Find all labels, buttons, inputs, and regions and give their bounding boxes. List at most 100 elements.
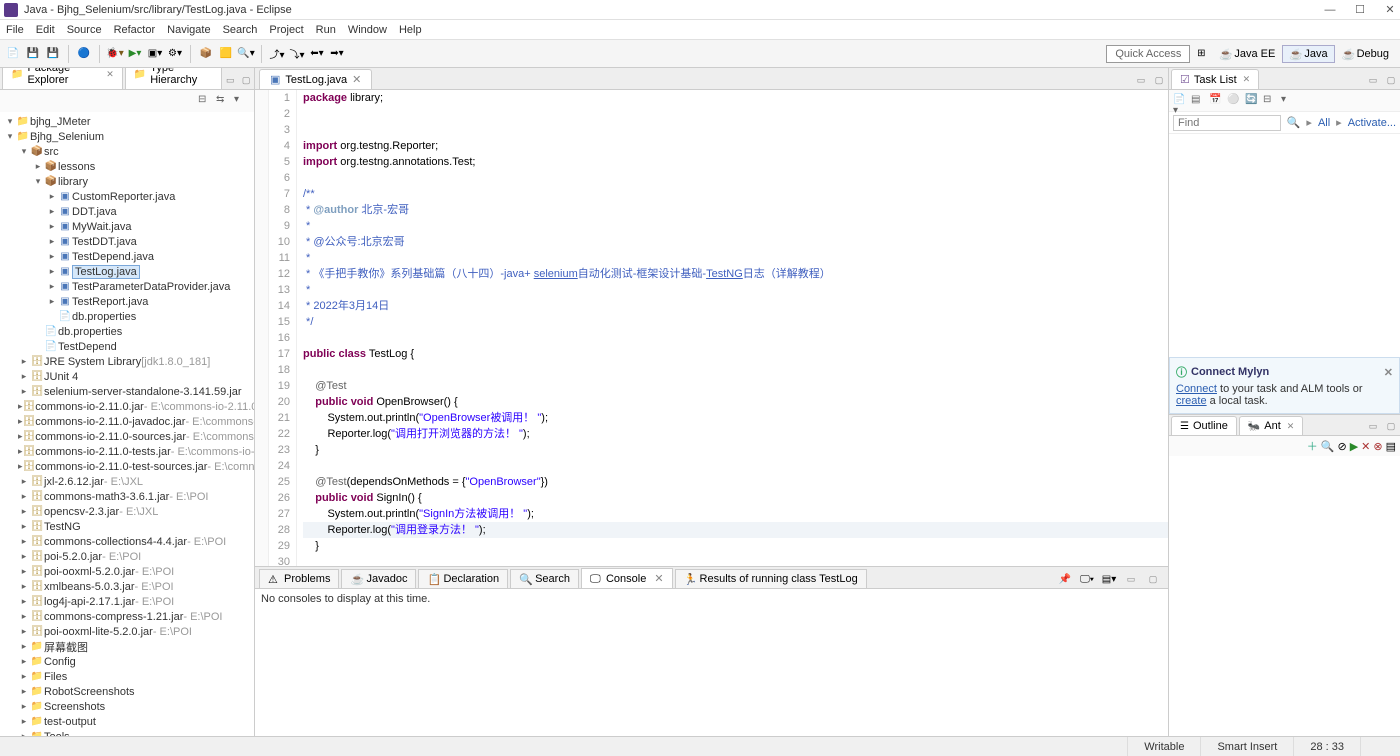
menu-project[interactable]: Project bbox=[269, 24, 303, 36]
tree-item[interactable]: ▸🗄poi-ooxml-5.2.0.jar - E:\POI bbox=[0, 564, 254, 579]
task-min-icon[interactable]: ▭ bbox=[1364, 71, 1382, 89]
coverage-icon[interactable]: ▣▾ bbox=[146, 45, 164, 63]
console-min-icon[interactable]: ▭ bbox=[1122, 570, 1140, 588]
ext-tools-icon[interactable]: ⚙▾ bbox=[166, 45, 184, 63]
view-min-icon[interactable]: ▭ bbox=[222, 71, 238, 89]
chevron-right-icon[interactable]: ▸ bbox=[18, 551, 30, 562]
collapse-all-icon[interactable]: ⊟ bbox=[198, 94, 212, 108]
chevron-down-icon[interactable]: ▾ bbox=[4, 131, 16, 142]
tree-item[interactable]: ▾📁bjhg_JMeter bbox=[0, 114, 254, 129]
chevron-right-icon[interactable]: ▸ bbox=[18, 581, 30, 592]
tree-item[interactable]: ▸📁test-output bbox=[0, 714, 254, 729]
tree-item[interactable]: ▸🗄selenium-server-standalone-3.141.59.ja… bbox=[0, 384, 254, 399]
tree-item[interactable]: ▸🗄commons-collections4-4.4.jar - E:\POI bbox=[0, 534, 254, 549]
view-max-icon[interactable]: ▢ bbox=[238, 71, 254, 89]
menu-search[interactable]: Search bbox=[223, 24, 258, 36]
tree-item[interactable]: ▸📁Screenshots bbox=[0, 699, 254, 714]
editor-min-icon[interactable]: ▭ bbox=[1132, 71, 1150, 89]
new-class-icon[interactable]: 🟨 bbox=[217, 45, 235, 63]
tree-item[interactable]: ▸🗄commons-compress-1.21.jar - E:\POI bbox=[0, 609, 254, 624]
tree-item[interactable]: ▸🗄JUnit 4 bbox=[0, 369, 254, 384]
menu-help[interactable]: Help bbox=[399, 24, 422, 36]
bottom-tab-results[interactable]: 🏃Results of running class TestLog bbox=[675, 569, 867, 588]
ant-hide-icon[interactable]: ⊘ bbox=[1337, 440, 1346, 453]
outline-max-icon[interactable]: ▢ bbox=[1382, 417, 1400, 435]
chevron-right-icon[interactable]: ▸ bbox=[18, 626, 30, 637]
back-icon[interactable]: ⬅▾ bbox=[308, 45, 326, 63]
chevron-down-icon[interactable]: ▾ bbox=[18, 146, 30, 157]
chevron-right-icon[interactable]: ▸ bbox=[46, 191, 58, 202]
console-pin-icon[interactable]: 📌 bbox=[1056, 570, 1074, 588]
save-icon[interactable]: 💾 bbox=[24, 45, 42, 63]
tree-item[interactable]: ▸▣MyWait.java bbox=[0, 219, 254, 234]
tab-ant[interactable]: 🐜Ant✕ bbox=[1239, 416, 1304, 435]
menu-source[interactable]: Source bbox=[67, 24, 102, 36]
mylyn-close-icon[interactable]: ✕ bbox=[1384, 366, 1393, 379]
tree-item[interactable]: ▸▣TestDepend.java bbox=[0, 249, 254, 264]
chevron-right-icon[interactable]: ▸ bbox=[46, 281, 58, 292]
chevron-right-icon[interactable]: ▸ bbox=[46, 266, 58, 277]
chevron-right-icon[interactable]: ▸ bbox=[32, 161, 44, 172]
close-icon[interactable]: ✕ bbox=[654, 572, 663, 585]
menu-refactor[interactable]: Refactor bbox=[114, 24, 156, 36]
chevron-right-icon[interactable]: ▸ bbox=[18, 566, 30, 577]
tree-item[interactable]: ▸▣DDT.java bbox=[0, 204, 254, 219]
tree-item[interactable]: ▸🗄xmlbeans-5.0.3.jar - E:\POI bbox=[0, 579, 254, 594]
collapse-icon[interactable]: ⊟ bbox=[1263, 94, 1277, 108]
chevron-right-icon[interactable]: ▸ bbox=[18, 611, 30, 622]
task-activate-link[interactable]: Activate... bbox=[1348, 117, 1396, 129]
chevron-right-icon[interactable]: ▸ bbox=[18, 716, 30, 727]
chevron-right-icon[interactable]: ▸ bbox=[18, 656, 30, 667]
editor-max-icon[interactable]: ▢ bbox=[1150, 71, 1168, 89]
package-explorer-tree[interactable]: ▾📁bjhg_JMeter▾📁Bjhg_Selenium▾📦src▸📦lesso… bbox=[0, 112, 254, 736]
chevron-right-icon[interactable]: ▸ bbox=[18, 701, 30, 712]
tree-item[interactable]: ▾📁Bjhg_Selenium bbox=[0, 129, 254, 144]
ant-run-icon[interactable]: ▶ bbox=[1350, 440, 1358, 453]
view-tab-type-hierarchy[interactable]: 📁Type Hierarchy bbox=[125, 68, 223, 89]
chevron-right-icon[interactable]: ▸ bbox=[18, 536, 30, 547]
tree-item[interactable]: ▾📦src bbox=[0, 144, 254, 159]
quick-access-input[interactable]: Quick Access bbox=[1106, 45, 1190, 63]
tree-item[interactable]: 📄db.properties bbox=[0, 324, 254, 339]
close-button[interactable]: ✕ bbox=[1384, 4, 1396, 16]
tree-item[interactable]: 📄db.properties bbox=[0, 309, 254, 324]
perspective-debug[interactable]: ☕Debug bbox=[1335, 45, 1396, 63]
debug-icon[interactable]: 🐞▾ bbox=[106, 45, 124, 63]
mylyn-connect-link[interactable]: Connect bbox=[1176, 383, 1217, 395]
chevron-right-icon[interactable]: ▸ bbox=[46, 251, 58, 262]
new-task-icon[interactable]: 📄▾ bbox=[1173, 94, 1187, 108]
chevron-right-icon[interactable]: ▸ bbox=[18, 641, 30, 652]
outline-min-icon[interactable]: ▭ bbox=[1364, 417, 1382, 435]
tree-item[interactable]: ▸🗄commons-io-2.11.0-test-sources.jar - E… bbox=[0, 459, 254, 474]
chevron-right-icon[interactable]: ▸ bbox=[18, 521, 30, 532]
tree-item[interactable]: ▸🗄JRE System Library [jdk1.8.0_181] bbox=[0, 354, 254, 369]
bottom-tab-declaration[interactable]: 📋Declaration bbox=[418, 569, 508, 588]
tree-item[interactable]: ▸🗄commons-io-2.11.0-tests.jar - E:\commo… bbox=[0, 444, 254, 459]
tree-item[interactable]: ▸🗄commons-io-2.11.0-sources.jar - E:\com… bbox=[0, 429, 254, 444]
tree-item[interactable]: ▸🗄jxl-2.6.12.jar - E:\JXL bbox=[0, 474, 254, 489]
perspective-java[interactable]: ☕Java bbox=[1282, 45, 1334, 63]
ant-add-icon[interactable]: ＋ bbox=[1307, 438, 1318, 454]
tree-item[interactable]: ▸📁屏幕截图 bbox=[0, 639, 254, 654]
console-max-icon[interactable]: ▢ bbox=[1144, 570, 1162, 588]
schedule-icon[interactable]: 📅 bbox=[1209, 94, 1223, 108]
chevron-right-icon[interactable]: ▸ bbox=[18, 371, 30, 382]
task-menu-icon[interactable]: ▾ bbox=[1281, 94, 1295, 108]
code-content[interactable]: package library; import org.testng.Repor… bbox=[297, 90, 1168, 566]
menu-window[interactable]: Window bbox=[348, 24, 387, 36]
tree-item[interactable]: ▸🗄log4j-api-2.17.1.jar - E:\POI bbox=[0, 594, 254, 609]
chevron-right-icon[interactable]: ▸ bbox=[18, 356, 30, 367]
tree-item[interactable]: ▸🗄opencsv-2.3.jar - E:\JXL bbox=[0, 504, 254, 519]
tree-item[interactable]: ▸▣TestDDT.java bbox=[0, 234, 254, 249]
maximize-button[interactable]: ☐ bbox=[1354, 4, 1366, 16]
tree-item[interactable]: ▸▣TestParameterDataProvider.java bbox=[0, 279, 254, 294]
editor-tab-testlog[interactable]: ▣ TestLog.java ✕ bbox=[259, 69, 372, 89]
ant-removeall-icon[interactable]: ⊗ bbox=[1373, 440, 1382, 453]
search-icon[interactable]: 🔍▾ bbox=[237, 45, 255, 63]
ant-props-icon[interactable]: ▤ bbox=[1386, 440, 1396, 453]
categorize-icon[interactable]: ▤ bbox=[1191, 94, 1205, 108]
close-tab-icon[interactable]: ✕ bbox=[352, 73, 361, 86]
tree-item[interactable]: ▸🗄TestNG bbox=[0, 519, 254, 534]
close-icon[interactable]: ✕ bbox=[106, 69, 114, 80]
tree-item[interactable]: 📄TestDepend bbox=[0, 339, 254, 354]
